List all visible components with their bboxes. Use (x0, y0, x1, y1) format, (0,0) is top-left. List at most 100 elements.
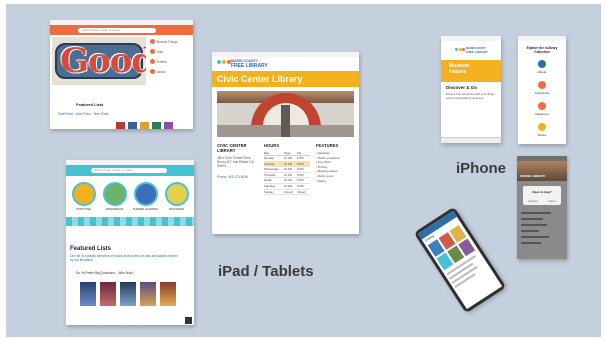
tile-image (164, 182, 189, 206)
tile-summer-learning[interactable]: SUMMER LEARNING (132, 182, 159, 211)
hero-band: Museum Passes (441, 60, 501, 82)
hours-cell: 10 AM (284, 167, 292, 172)
book-cover[interactable] (140, 122, 149, 129)
tile-programs[interactable]: PROGRAMS (163, 182, 190, 211)
elibrary-item-icon (538, 81, 546, 89)
hours-cell: 10 AM (284, 178, 292, 183)
tilted-phone-screen: Catalog (417, 210, 503, 310)
teal-wave-band (66, 217, 194, 226)
hero-graffiti-text: Good (60, 41, 146, 81)
dialog-title: Open in App? (532, 190, 552, 194)
elibrary-item[interactable]: Audiobooks (518, 81, 566, 102)
menu-item-label: Borrow Things (157, 39, 178, 44)
featured-lists-title: Featured Lists (70, 246, 112, 252)
search-header: Find a book, movie, or event (66, 165, 194, 176)
book-strip (80, 282, 176, 306)
dimmed-list (521, 212, 563, 244)
phone-link[interactable]: Phone: 415-473-6058 (217, 175, 259, 179)
header-title: ONLINE LIBRARY (520, 174, 546, 178)
hours-cell: 8 PM (297, 161, 304, 166)
page-title: Civic Center Library (217, 74, 303, 84)
menu-dot-icon (150, 39, 155, 44)
hours-cell: Sunday (264, 189, 274, 194)
building-corridor (281, 105, 290, 137)
hours-cell: 8 PM (297, 172, 304, 177)
book-cover[interactable] (100, 282, 116, 306)
book-cover[interactable] (116, 122, 125, 129)
search-input[interactable]: Find a book, movie, or event (78, 27, 156, 33)
civic-section-title: CIVIC CENTER LIBRARY (217, 143, 247, 153)
menu-item[interactable]: Events (150, 59, 190, 64)
menu-item[interactable]: About (150, 69, 190, 74)
features-section-title: FEATURES (316, 143, 339, 148)
featured-lists-title: Featured Lists (76, 102, 104, 107)
book-cover[interactable] (164, 122, 173, 129)
tile-image (102, 182, 127, 206)
hours-cell: 6 PM (297, 156, 304, 160)
hours-cell: Wednesday (264, 167, 279, 172)
phone-screenshot-elibrary: Explore the eLibrary Collection eBooks Au… (518, 36, 566, 144)
elibrary-title: Explore the eLibrary Collection (526, 46, 558, 54)
section-title: Discover & Go (446, 85, 478, 90)
tile-label: PROGRAMS (168, 208, 185, 211)
tile-image (71, 182, 96, 206)
menu-dot-icon (150, 49, 155, 54)
brand-header: MARIN COUNTY FREE LIBRARY (441, 41, 501, 60)
hours-cell: Thursday (264, 172, 276, 177)
elibrary-item-icon (538, 60, 546, 68)
book-cover[interactable] (152, 122, 161, 129)
book-cover[interactable] (140, 282, 156, 306)
menu-item[interactable]: Visit (150, 49, 190, 54)
feature-label: Notary (317, 178, 327, 183)
address-text: 3501 Civic Center Drive, Room 427 San Ra… (217, 156, 254, 168)
tilted-phone-screenshot: Catalog (413, 206, 507, 314)
search-input[interactable]: Find a book, movie, or event (91, 168, 167, 173)
dialog-ok-button[interactable]: Open (548, 199, 555, 203)
building-photo (217, 91, 354, 137)
hours-row: Sunday Closed Closed (264, 190, 310, 196)
elibrary-item-label: eBooks (537, 70, 547, 74)
ipad-tablets-label: iPad / Tablets (218, 263, 314, 280)
book-cover[interactable] (120, 282, 136, 306)
tile-storytime[interactable]: STORYTIME (70, 182, 97, 211)
book-strip (116, 122, 173, 129)
tablet-screenshot-civic-center: MARIN COUNTY FREE LIBRARY Civic Center L… (212, 52, 359, 234)
feature-label: Public computers (317, 155, 340, 160)
menu-item[interactable]: Borrow Things (150, 39, 190, 44)
tile-label: STORYTIME (75, 208, 92, 211)
hero-image: Good (52, 37, 146, 85)
featured-lists-link[interactable]: Staff Picks · Kids Picks · Teen Picks (58, 112, 109, 116)
tile-makerspace[interactable]: MAKERSPACE (101, 182, 128, 211)
hours-cell: 6 PM (297, 178, 304, 183)
hours-table: Day Open Cls Monday 10 AM 6 PM Tuesday 10 AM… (264, 151, 310, 196)
hours-cell: Monday (264, 156, 274, 160)
dialog-cancel-button[interactable]: Cancel (528, 199, 537, 203)
list-title[interactable]: Do Ya Prefer Big Questions... Wha Now? (76, 271, 186, 275)
dialog: Open in App? Cancel Open (523, 186, 561, 205)
menu-item-label: Events (157, 59, 167, 64)
features-list: • Handicap • Public computers • Free Wi-Fi… (316, 151, 356, 183)
hours-section-title: HOURS (264, 143, 280, 148)
elibrary-item[interactable]: Movies (518, 123, 566, 144)
brand-line2: FREE LIBRARY (466, 50, 489, 54)
book-cover[interactable] (80, 282, 96, 306)
menu-dot-icon (150, 69, 155, 74)
scroll-top-icon[interactable] (185, 317, 192, 324)
elibrary-item[interactable]: Magazines (518, 102, 566, 123)
menu-item-label: About (157, 69, 166, 74)
photo-header: ONLINE LIBRARY (517, 161, 567, 181)
tile-label: MAKERSPACE (105, 208, 124, 211)
book-cover[interactable] (160, 282, 176, 306)
feature-label: Printing (317, 164, 328, 169)
hero-title: Museum Passes (449, 63, 470, 75)
book-cover[interactable] (128, 122, 137, 129)
hours-cell: Friday (264, 178, 272, 183)
elibrary-item[interactable]: eBooks (518, 60, 566, 81)
logo-dots-icon (217, 60, 231, 64)
hours-cell: Tuesday (264, 161, 275, 166)
hours-cell: 10 AM (284, 172, 292, 177)
hours-cell: 10 AM (284, 161, 292, 166)
tablet-screenshot-home-orange: Find a book, movie, or event Good Borrow… (50, 20, 193, 129)
brand-line2: FREE LIBRARY (231, 63, 268, 69)
tile-label: SUMMER LEARNING (132, 208, 159, 211)
